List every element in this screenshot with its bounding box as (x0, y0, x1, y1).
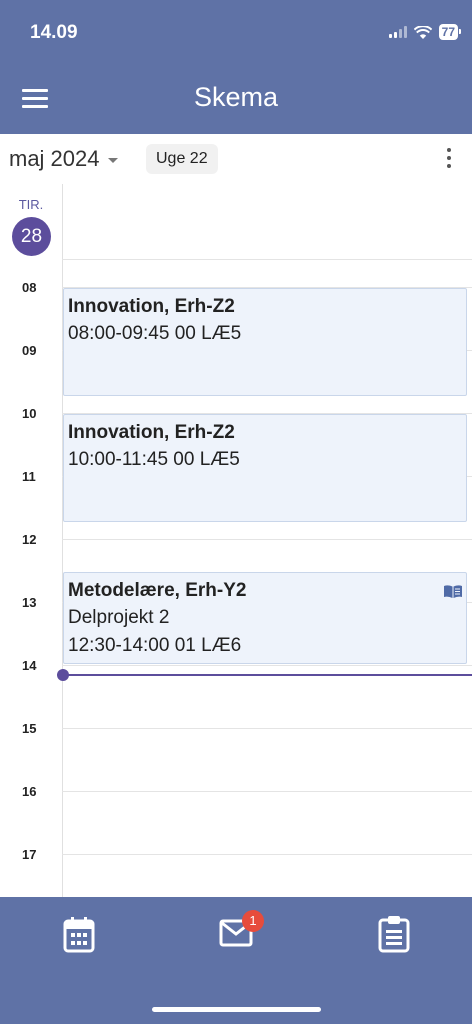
hour-label: 12 (22, 532, 37, 547)
event-details: 12:30-14:00 01 LÆ6 (68, 635, 242, 656)
more-options-icon[interactable] (446, 148, 452, 168)
nav-messages[interactable]: 1 (219, 910, 264, 952)
status-icons: 77 (388, 24, 462, 40)
day-header[interactable]: TIR. 28 (0, 184, 62, 260)
hour-label: 17 (22, 847, 37, 862)
month-label: maj 2024 (9, 146, 100, 171)
hour-label: 10 (22, 406, 37, 421)
wifi-icon (413, 25, 432, 39)
grid-line (62, 791, 472, 792)
unread-badge: 1 (242, 910, 264, 932)
current-time-line (62, 674, 472, 676)
weekday-label: TIR. (18, 197, 44, 212)
event-card[interactable]: Metodelære, Erh-Y2 Delprojekt 2 12:30-14… (63, 572, 467, 664)
current-time-dot (57, 669, 69, 681)
caret-down-icon (107, 157, 118, 163)
hour-label: 14 (22, 658, 37, 673)
app-header: 14.09 77 Skema (0, 0, 472, 134)
grid-line (62, 665, 472, 666)
bottom-navigation: 1 (0, 897, 472, 1024)
grid-line (62, 854, 472, 855)
page-title: Skema (193, 82, 279, 112)
event-description: Delprojekt 2 (68, 607, 170, 628)
month-selector[interactable]: maj 2024 (9, 146, 118, 172)
grid-line (62, 259, 472, 260)
grid-line (62, 728, 472, 729)
event-title: Innovation, Erh-Z2 (68, 422, 235, 443)
hour-label: 13 (22, 595, 37, 610)
hour-label: 16 (22, 784, 37, 799)
hour-label: 09 (22, 343, 37, 358)
day-number: 28 (12, 217, 51, 256)
signal-icon (388, 26, 407, 38)
calendar-icon (63, 917, 95, 953)
event-details: 08:00-09:45 00 LÆ5 (68, 323, 242, 344)
grid-line (62, 539, 472, 540)
hour-label: 15 (22, 721, 37, 736)
status-time: 14.09 (30, 22, 78, 43)
event-card[interactable]: Innovation, Erh-Z2 10:00-11:45 00 LÆ5 (63, 414, 467, 522)
book-icon (444, 585, 462, 598)
hour-label: 08 (22, 280, 37, 295)
clipboard-icon (378, 916, 410, 953)
event-details: 10:00-11:45 00 LÆ5 (68, 449, 240, 470)
calendar-toolbar: maj 2024 Uge 22 (0, 134, 472, 184)
event-title: Metodelære, Erh-Y2 (68, 580, 247, 601)
week-chip[interactable]: Uge 22 (146, 144, 218, 174)
hour-label: 11 (22, 469, 36, 484)
battery-icon: 77 (438, 24, 462, 40)
home-indicator (152, 1007, 321, 1012)
event-card[interactable]: Innovation, Erh-Z2 08:00-09:45 00 LÆ5 (63, 288, 467, 396)
nav-calendar[interactable] (63, 915, 95, 958)
event-title: Innovation, Erh-Z2 (68, 296, 235, 317)
nav-assignments[interactable] (378, 915, 410, 958)
